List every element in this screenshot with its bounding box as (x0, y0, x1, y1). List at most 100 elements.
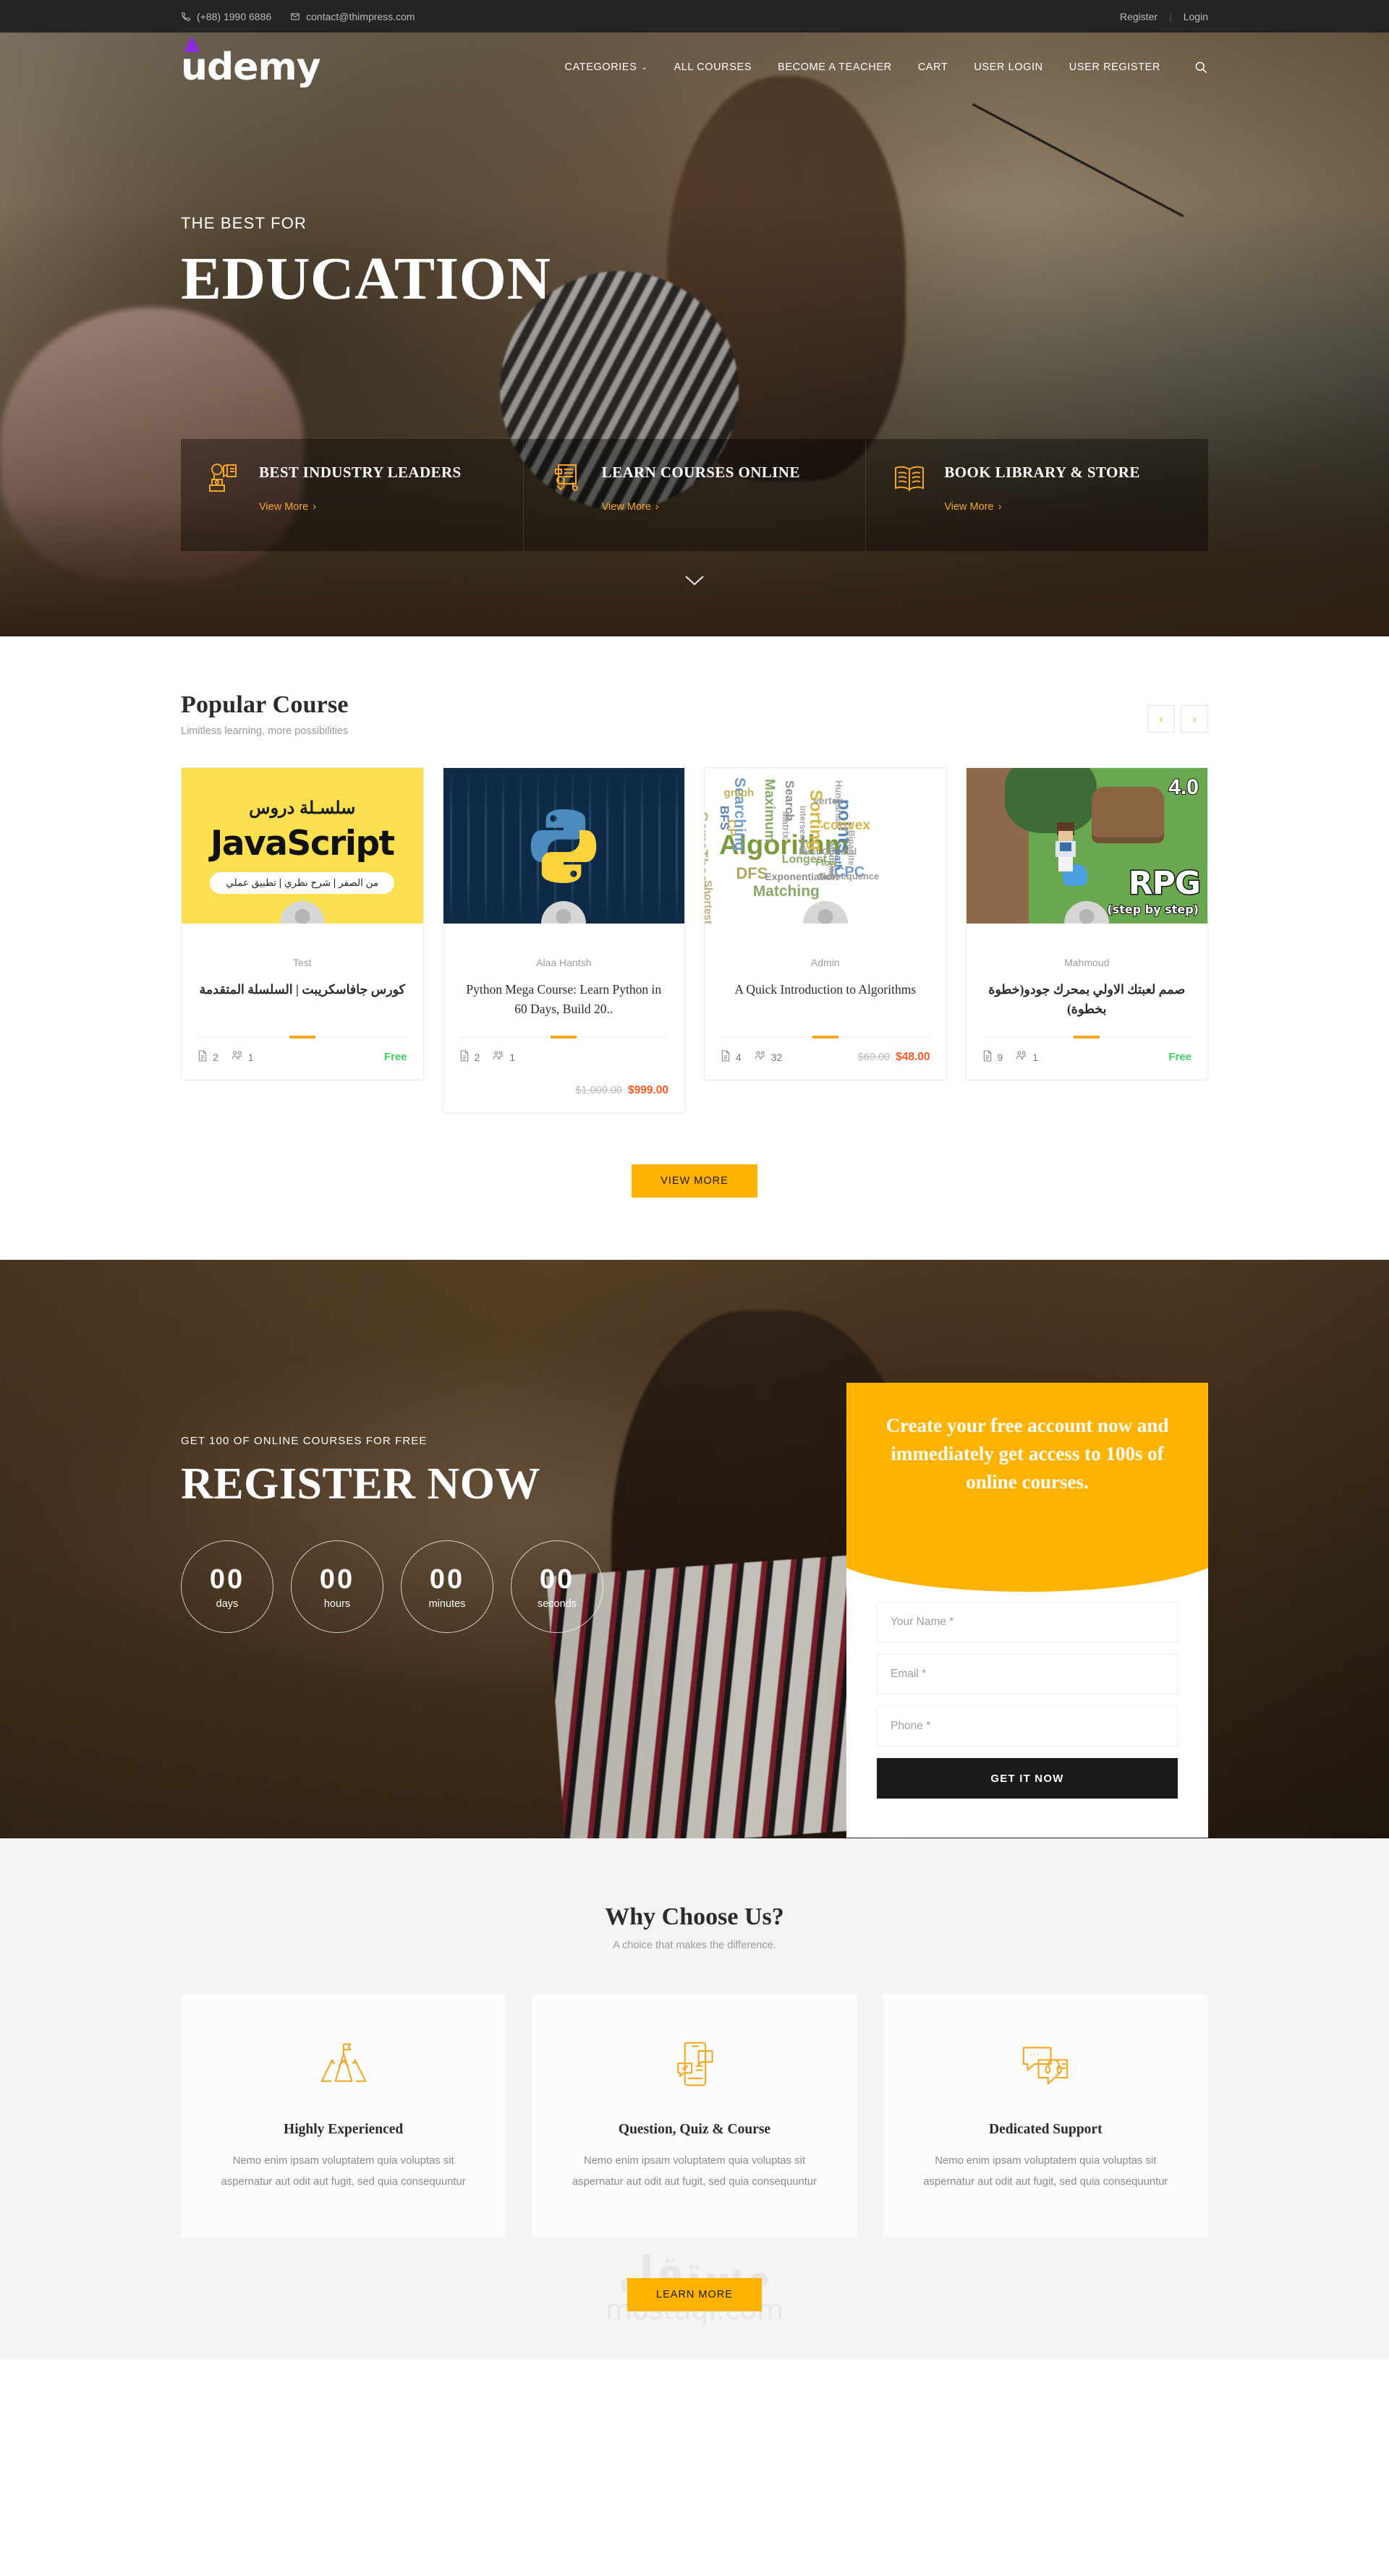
course-card-body: Mahmoud صمم لعبتك الاولي بمحرك جودو(خطوة… (967, 924, 1208, 1037)
nav-item-cart[interactable]: CART (918, 61, 948, 73)
student-count: 1 (493, 1050, 515, 1064)
top-bar: (+88) 1990 6886 contact@thimpress.com Re… (0, 0, 1389, 33)
register-link[interactable]: Register (1120, 11, 1158, 22)
carousel-prev-button[interactable]: ‹ (1147, 705, 1175, 733)
algorithm-wordcloud-art: Algorithm Sorting Searching Maximum Sear… (705, 768, 946, 924)
cover-main-text: RPG (1127, 864, 1202, 903)
card-divider (721, 1036, 930, 1037)
cover-sub-text: (step by step) (1106, 902, 1199, 917)
countdown-hours-value: 00 (319, 1564, 355, 1595)
why-card-text: Nemo enim ipsam voluptatem quia voluptas… (923, 2155, 1168, 2188)
wordcloud-word: Flow (815, 856, 838, 868)
nav-menu: CATEGORIES ⌄ ALL COURSES BECOME A TEACHE… (564, 60, 1208, 74)
lesson-count: 9 (982, 1050, 1003, 1064)
feature-link-2[interactable]: View More › (602, 501, 659, 513)
feature-title-3: BOOK LIBRARY & STORE (944, 464, 1140, 481)
course-price: Free (384, 1051, 407, 1063)
phone-number: (+88) 1990 6886 (197, 10, 272, 22)
price-sale: $48.00 (896, 1050, 930, 1063)
course-thumbnail (443, 768, 684, 924)
register-now-section: GET 100 OF ONLINE COURSES FOR FREE REGIS… (0, 1260, 1389, 1838)
wordcloud-word: CP (724, 819, 739, 837)
email-contact[interactable]: contact@thimpress.com (290, 11, 415, 22)
lesson-count-value: 9 (997, 1051, 1003, 1063)
chevron-down-icon: ⌄ (641, 63, 648, 72)
nav-item-user-register[interactable]: USER REGISTER (1069, 61, 1160, 73)
course-title[interactable]: Python Mega Course: Learn Python in 60 D… (459, 980, 669, 1020)
email-address: contact@thimpress.com (306, 10, 415, 22)
top-bar-contacts: (+88) 1990 6886 contact@thimpress.com (181, 11, 415, 22)
price-sale: $999.00 (627, 1084, 668, 1096)
logo-text: udemy (181, 46, 321, 89)
name-input[interactable] (877, 1602, 1178, 1643)
login-link[interactable]: Login (1184, 11, 1208, 22)
course-card[interactable]: 4.0 RPG (step by step) Mahmoud صمم لعبتك… (965, 767, 1208, 1080)
hero-kicker: THE BEST FOR (181, 214, 307, 232)
courses-heading-group: Popular Course Limitless learning, more … (181, 691, 349, 737)
nav-item-all-courses[interactable]: ALL COURSES (674, 61, 752, 73)
course-meta: 2 1 Free (182, 1037, 423, 1080)
wordcloud-word: Maximum (762, 779, 778, 843)
course-price: $1,000.00 $999.00 (459, 1084, 668, 1097)
wordcloud-word: DFS (736, 864, 768, 883)
course-author: Test (292, 957, 312, 968)
why-card-title: Highly Experienced (284, 2122, 404, 2137)
document-icon (197, 1050, 208, 1064)
lesson-count-value: 2 (213, 1051, 218, 1063)
users-icon (755, 1050, 766, 1064)
carousel-next-button[interactable]: › (1181, 705, 1208, 733)
feature-text-1: BEST INDUSTRY LEADERS View More › (259, 461, 462, 513)
course-author: Alaa Hantsh (536, 957, 592, 968)
python-logo-icon (531, 809, 597, 883)
site-logo[interactable]: udemy (181, 36, 321, 89)
course-title[interactable]: A Quick Introduction to Algorithms (721, 980, 930, 1020)
logo-arrow-icon (184, 36, 200, 52)
feature-box-industry-leaders[interactable]: BEST INDUSTRY LEADERS View More › (181, 439, 524, 551)
course-card[interactable]: سلسـلة دروس JavaScript من الصفر | شرح نظ… (181, 767, 424, 1080)
feature-link-1[interactable]: View More › (259, 501, 316, 513)
course-card-body: Alaa Hantsh Python Mega Course: Learn Py… (443, 924, 685, 1037)
feature-link-3[interactable]: View More › (944, 501, 1001, 513)
view-more-container: VIEW MORE (0, 1114, 1389, 1260)
feature-text-2: LEARN COURSES ONLINE View More › (602, 461, 800, 513)
course-thumbnail: Algorithm Sorting Searching Maximum Sear… (705, 768, 946, 924)
course-author: Mahmoud (1064, 957, 1110, 968)
cover-pill-text: من الصفر | شرح نظري | تطبيق عملي (210, 872, 395, 894)
chevron-down-icon[interactable] (684, 569, 705, 592)
learn-more-button[interactable]: LEARN MORE (627, 2277, 762, 2311)
email-input[interactable] (877, 1654, 1178, 1695)
users-icon (232, 1050, 243, 1064)
phone-input[interactable] (877, 1706, 1178, 1747)
countdown-seconds-value: 00 (539, 1564, 575, 1595)
document-icon (721, 1050, 731, 1064)
lesson-count: 4 (721, 1050, 742, 1064)
nav-item-become-a-teacher[interactable]: BECOME A TEACHER (778, 61, 892, 73)
mobile-quiz-icon (564, 2037, 825, 2093)
nav-label-categories: CATEGORIES (564, 61, 637, 73)
python-cover-art (443, 768, 684, 924)
feature-box-learn-courses[interactable]: LEARN COURSES ONLINE View More › (523, 439, 867, 551)
course-title[interactable]: كورس جافاسكريبت | السلسلة المتقدمة (197, 980, 407, 1020)
card-divider (982, 1036, 1192, 1037)
nav-item-user-login[interactable]: USER LOGIN (974, 61, 1042, 73)
course-card-body: Test كورس جافاسكريبت | السلسلة المتقدمة (182, 924, 423, 1037)
feature-box-book-library[interactable]: BOOK LIBRARY & STORE View More › (866, 439, 1209, 551)
search-icon[interactable] (1194, 60, 1208, 74)
popular-courses-section: Popular Course Limitless learning, more … (0, 636, 1389, 1114)
learn-more-container: مستقل mostaql.com LEARN MORE (181, 2238, 1208, 2359)
link-separator: | (1169, 10, 1172, 22)
open-book-icon (891, 461, 928, 505)
course-card[interactable]: Algorithm Sorting Searching Maximum Sear… (704, 767, 947, 1080)
lesson-count-value: 2 (474, 1051, 480, 1063)
get-it-now-button[interactable]: GET IT NOW (877, 1758, 1178, 1799)
wordcloud-word: Shortest (705, 879, 715, 924)
rpg-cover-art: 4.0 RPG (step by step) (966, 768, 1207, 924)
signup-card-heading: Create your free account now and immedia… (885, 1415, 1169, 1493)
course-card[interactable]: Alaa Hantsh Python Mega Course: Learn Py… (442, 767, 685, 1114)
course-title[interactable]: صمم لعبتك الاولي بمحرك جودو(خطوة بخطوة) (982, 980, 1192, 1020)
carousel-nav: ‹ › (1147, 705, 1208, 737)
view-more-button[interactable]: VIEW MORE (632, 1164, 757, 1198)
phone-contact[interactable]: (+88) 1990 6886 (181, 11, 271, 22)
nav-item-categories[interactable]: CATEGORIES ⌄ (564, 61, 647, 73)
countdown-days-label: days (216, 1598, 239, 1610)
